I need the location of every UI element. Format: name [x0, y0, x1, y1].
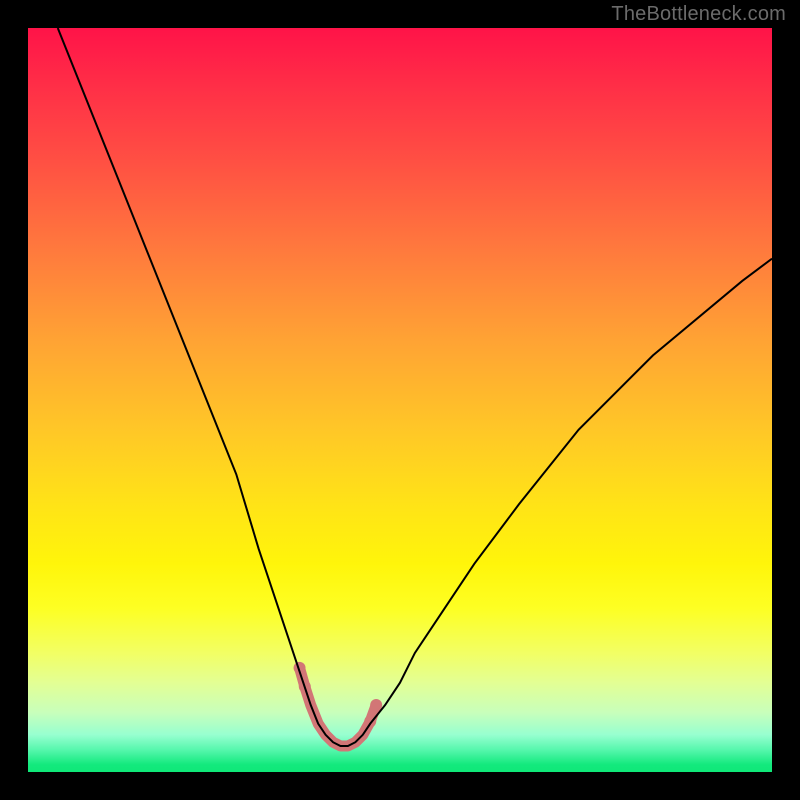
bottleneck-curve-line — [58, 28, 772, 746]
watermark-text: TheBottleneck.com — [611, 3, 786, 26]
chart-frame: TheBottleneck.com — [0, 0, 800, 800]
plot-area — [28, 28, 772, 772]
chart-svg — [28, 28, 772, 772]
